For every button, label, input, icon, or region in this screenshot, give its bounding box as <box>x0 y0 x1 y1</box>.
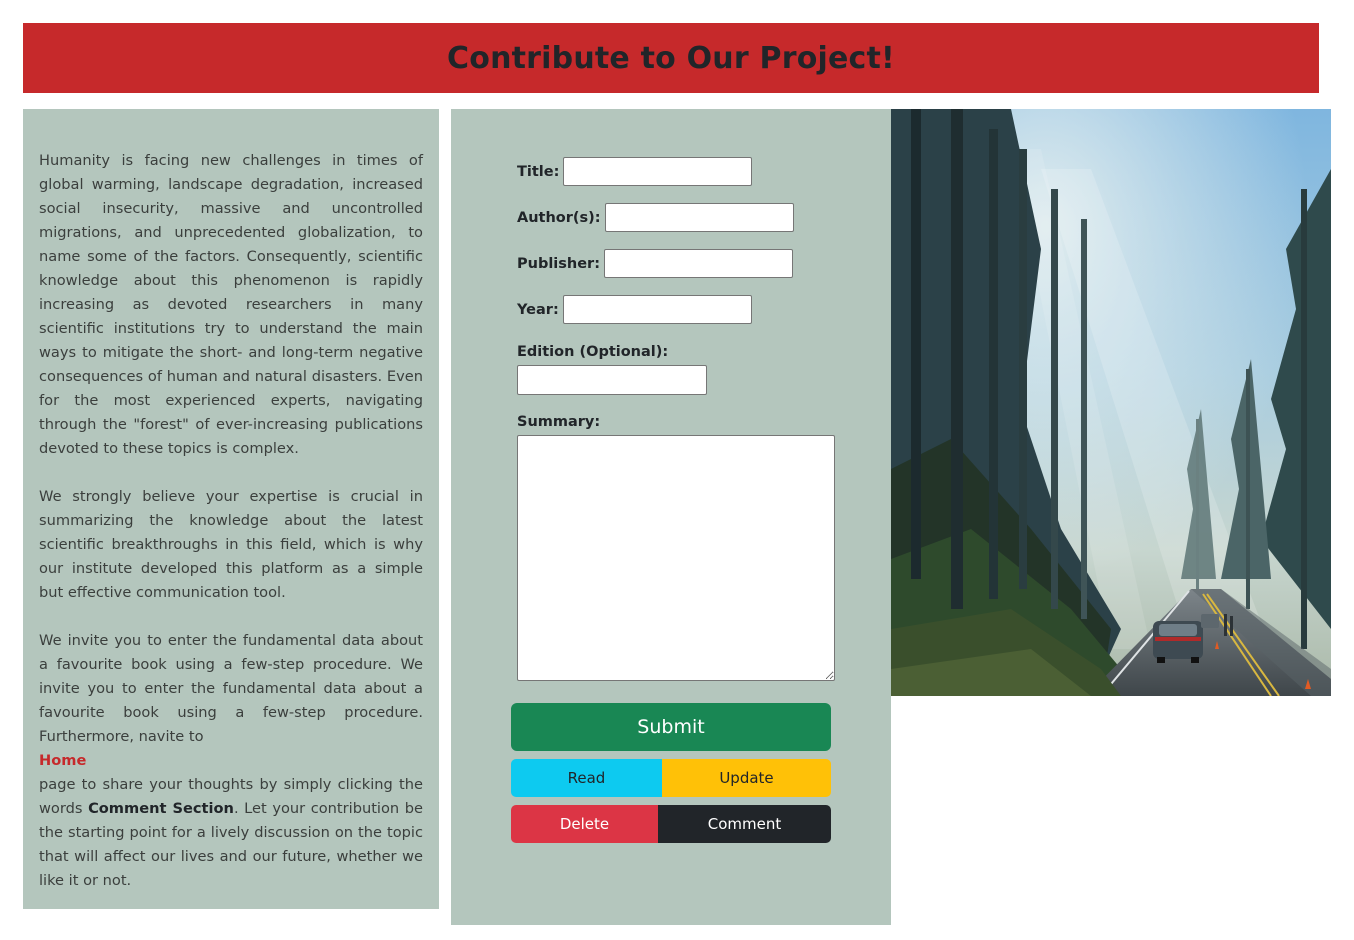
intro-paragraph-1: Humanity is facing new challenges in tim… <box>39 152 423 457</box>
summary-textarea[interactable] <box>517 435 835 681</box>
publisher-input[interactable] <box>604 249 794 278</box>
intro-paragraph-2: We strongly believe your expertise is cr… <box>39 488 423 601</box>
authors-input[interactable] <box>604 203 794 232</box>
authors-row: Author(s): <box>517 203 794 232</box>
comment-button[interactable]: Comment <box>658 805 831 843</box>
intro-paragraph-3: We invite you to enter the fundamental d… <box>39 629 423 893</box>
home-link[interactable]: Home <box>39 749 423 773</box>
summary-label: Summary: <box>517 414 601 430</box>
year-label: Year: <box>517 301 559 318</box>
title-input[interactable] <box>563 157 753 186</box>
year-row: Year: <box>517 295 752 324</box>
title-row: Title: <box>517 157 753 186</box>
intro-panel: Humanity is facing new challenges in tim… <box>23 109 439 909</box>
publisher-row: Publisher: <box>517 249 794 278</box>
update-button[interactable]: Update <box>662 759 831 797</box>
comment-section-text: Comment Section <box>88 800 234 817</box>
page-title: Contribute to Our Project! <box>447 40 895 76</box>
book-form: Title: Author(s): Publisher: Year: Editi… <box>451 109 891 925</box>
delete-button[interactable]: Delete <box>511 805 658 843</box>
intro-paragraph-3-start: We invite you to enter the fundamental d… <box>39 632 423 745</box>
page-header: Contribute to Our Project! <box>23 23 1319 93</box>
publisher-label: Publisher: <box>517 255 601 272</box>
submit-button[interactable]: Submit <box>511 703 831 751</box>
title-label: Title: <box>517 163 560 180</box>
read-button[interactable]: Read <box>511 759 662 797</box>
year-input[interactable] <box>562 295 752 324</box>
forest-fire-photo <box>891 109 1331 696</box>
authors-label: Author(s): <box>517 209 601 226</box>
edition-input[interactable] <box>517 365 707 395</box>
edition-label: Edition (Optional): <box>517 344 669 360</box>
